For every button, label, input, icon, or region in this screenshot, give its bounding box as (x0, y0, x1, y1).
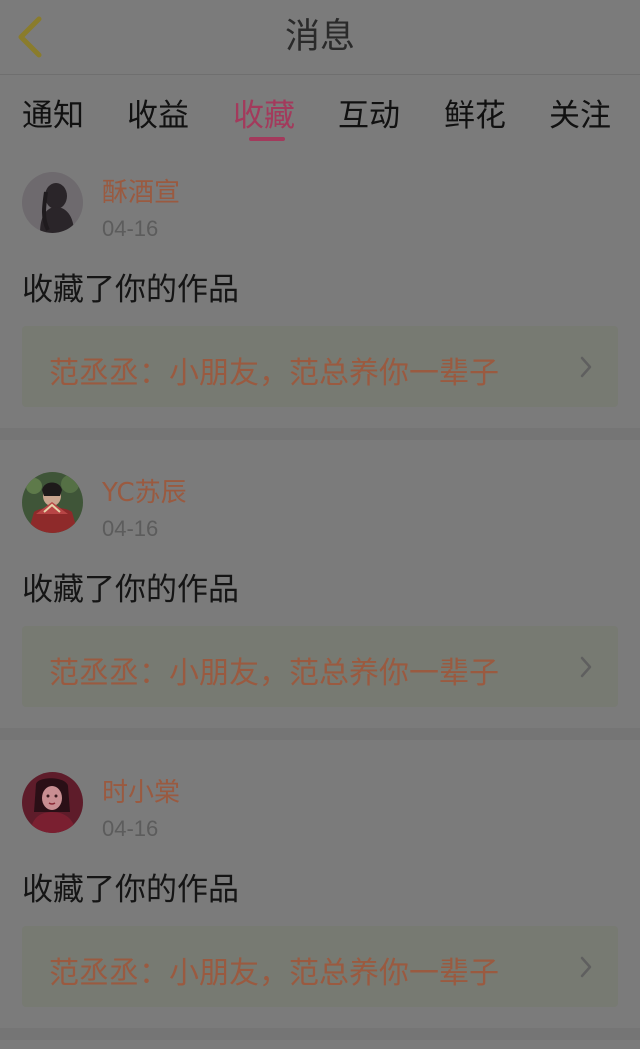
chevron-right-icon (580, 356, 592, 378)
work-title: 范丞丞：小朋友，范总养你一辈子 (49, 656, 499, 691)
messages-screen: 消息 通知 收益 收藏 互动 鲜花 关注 酥酒宣 04-16 收藏了你的作品 范 (0, 0, 640, 1049)
header-bar: 消息 (0, 0, 640, 75)
work-link[interactable]: 范丞丞：小朋友，范总养你一辈子 (22, 926, 618, 1007)
divider (0, 1028, 640, 1040)
tab-interactions[interactable]: 互动 (338, 90, 400, 140)
timestamp: 04-16 (102, 216, 159, 241)
chevron-right-icon (580, 656, 592, 678)
work-link[interactable]: 范丞丞：小朋友，范总养你一辈子 (22, 626, 618, 707)
avatar-red-portrait-icon (22, 772, 83, 833)
chevron-left-icon (18, 16, 42, 58)
timestamp: 04-16 (102, 516, 159, 541)
work-title: 范丞丞：小朋友，范总养你一辈子 (49, 956, 499, 991)
avatar[interactable] (22, 472, 83, 533)
tab-following[interactable]: 关注 (549, 90, 611, 140)
chevron-right-icon (580, 956, 592, 978)
username[interactable]: YC苏辰 (102, 472, 187, 509)
action-text: 收藏了你的作品 (22, 872, 239, 908)
page-title: 消息 (284, 17, 355, 57)
divider (0, 428, 640, 440)
action-text: 收藏了你的作品 (22, 572, 239, 608)
username[interactable]: 时小棠 (102, 772, 180, 809)
active-tab-indicator (249, 137, 285, 141)
work-link[interactable]: 范丞丞：小朋友，范总养你一辈子 (22, 326, 618, 407)
avatar[interactable] (22, 772, 83, 833)
back-button[interactable] (10, 12, 50, 62)
tab-earnings[interactable]: 收益 (127, 90, 189, 140)
tab-flowers[interactable]: 鲜花 (444, 90, 506, 140)
divider (0, 728, 640, 740)
action-text: 收藏了你的作品 (22, 272, 239, 308)
list-item: YC苏辰 04-16 收藏了你的作品 范丞丞：小朋友，范总养你一辈子 (0, 446, 640, 734)
tab-bar: 通知 收益 收藏 互动 鲜花 关注 (0, 76, 640, 144)
username[interactable]: 酥酒宣 (102, 172, 180, 209)
list-item: 酥酒宣 04-16 收藏了你的作品 范丞丞：小朋友，范总养你一辈子 (0, 146, 640, 434)
tab-favorites[interactable]: 收藏 (233, 90, 295, 140)
avatar[interactable] (22, 172, 83, 233)
avatar-silhouette-icon (22, 172, 83, 233)
avatar-fan-girl-icon (22, 472, 83, 533)
list-item: 时小棠 04-16 收藏了你的作品 范丞丞：小朋友，范总养你一辈子 (0, 746, 640, 1034)
timestamp: 04-16 (102, 816, 159, 841)
tab-notifications[interactable]: 通知 (22, 90, 84, 140)
work-title: 范丞丞：小朋友，范总养你一辈子 (49, 356, 499, 391)
